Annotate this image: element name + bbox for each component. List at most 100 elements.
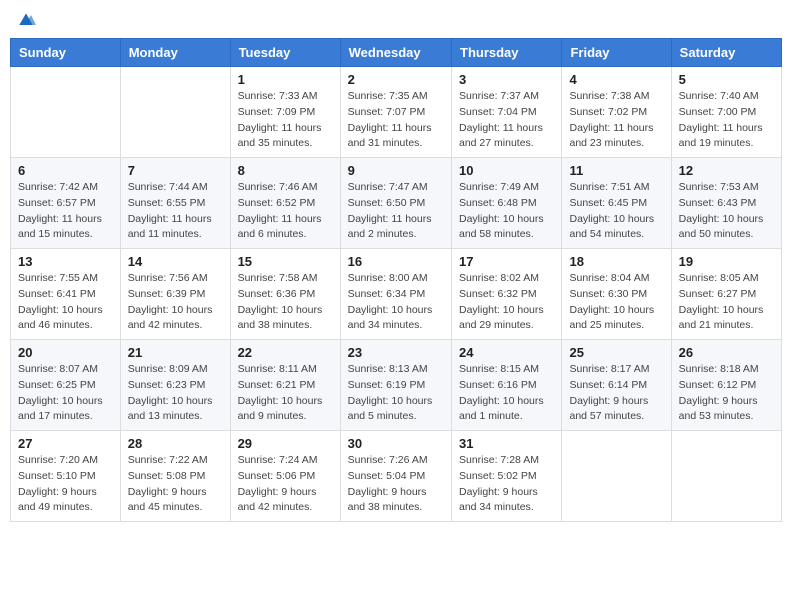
calendar-cell: 2 Sunrise: 7:35 AM Sunset: 7:07 PM Daylig… xyxy=(340,67,451,158)
day-info: Sunrise: 7:46 AM Sunset: 6:52 PM Dayligh… xyxy=(238,180,333,243)
calendar-cell: 31Sunrise: 7:28 AM Sunset: 5:02 PM Dayli… xyxy=(452,431,562,522)
day-number: 20 xyxy=(18,345,113,360)
day-number: 27 xyxy=(18,436,113,451)
day-number: 23 xyxy=(348,345,444,360)
calendar-header-row: SundayMondayTuesdayWednesdayThursdayFrid… xyxy=(11,39,782,67)
day-info: Sunrise: 8:02 AM Sunset: 6:32 PM Dayligh… xyxy=(459,271,554,334)
day-info: Sunrise: 7:55 AM Sunset: 6:41 PM Dayligh… xyxy=(18,271,113,334)
calendar-cell xyxy=(11,67,121,158)
logo-icon xyxy=(16,10,36,30)
day-info: Sunrise: 7:26 AM Sunset: 5:04 PM Dayligh… xyxy=(348,453,444,516)
calendar-cell: 30Sunrise: 7:26 AM Sunset: 5:04 PM Dayli… xyxy=(340,431,451,522)
day-number: 1 xyxy=(238,72,333,87)
day-info: Sunrise: 7:53 AM Sunset: 6:43 PM Dayligh… xyxy=(679,180,774,243)
day-info: Sunrise: 8:05 AM Sunset: 6:27 PM Dayligh… xyxy=(679,271,774,334)
calendar-cell: 3 Sunrise: 7:37 AM Sunset: 7:04 PM Daylig… xyxy=(452,67,562,158)
calendar-cell: 12Sunrise: 7:53 AM Sunset: 6:43 PM Dayli… xyxy=(671,158,781,249)
weekday-header-saturday: Saturday xyxy=(671,39,781,67)
calendar-cell: 4 Sunrise: 7:38 AM Sunset: 7:02 PM Daylig… xyxy=(562,67,671,158)
day-number: 24 xyxy=(459,345,554,360)
calendar-cell: 10 Sunrise: 7:49 AM Sunset: 6:48 PM Dayli… xyxy=(452,158,562,249)
weekday-header-thursday: Thursday xyxy=(452,39,562,67)
weekday-header-wednesday: Wednesday xyxy=(340,39,451,67)
day-info: Sunrise: 7:33 AM Sunset: 7:09 PM Dayligh… xyxy=(238,89,333,152)
calendar-cell: 21 Sunrise: 8:09 AM Sunset: 6:23 PM Dayli… xyxy=(120,340,230,431)
calendar-cell: 17Sunrise: 8:02 AM Sunset: 6:32 PM Dayli… xyxy=(452,249,562,340)
calendar-cell: 26 Sunrise: 8:18 AM Sunset: 6:12 PM Dayli… xyxy=(671,340,781,431)
day-info: Sunrise: 8:15 AM Sunset: 6:16 PM Dayligh… xyxy=(459,362,554,425)
day-number: 9 xyxy=(348,163,444,178)
calendar-cell: 22 Sunrise: 8:11 AM Sunset: 6:21 PM Dayli… xyxy=(230,340,340,431)
day-number: 10 xyxy=(459,163,554,178)
weekday-header-monday: Monday xyxy=(120,39,230,67)
day-info: Sunrise: 8:00 AM Sunset: 6:34 PM Dayligh… xyxy=(348,271,444,334)
calendar-cell: 18 Sunrise: 8:04 AM Sunset: 6:30 PM Dayli… xyxy=(562,249,671,340)
day-info: Sunrise: 7:51 AM Sunset: 6:45 PM Dayligh… xyxy=(569,180,663,243)
day-number: 22 xyxy=(238,345,333,360)
calendar-cell: 27 Sunrise: 7:20 AM Sunset: 5:10 PM Dayli… xyxy=(11,431,121,522)
day-info: Sunrise: 7:35 AM Sunset: 7:07 PM Dayligh… xyxy=(348,89,444,152)
day-info: Sunrise: 8:17 AM Sunset: 6:14 PM Dayligh… xyxy=(569,362,663,425)
day-number: 2 xyxy=(348,72,444,87)
day-info: Sunrise: 7:37 AM Sunset: 7:04 PM Dayligh… xyxy=(459,89,554,152)
calendar-week-row: 27 Sunrise: 7:20 AM Sunset: 5:10 PM Dayli… xyxy=(11,431,782,522)
calendar-cell xyxy=(671,431,781,522)
calendar-cell: 24 Sunrise: 8:15 AM Sunset: 6:16 PM Dayli… xyxy=(452,340,562,431)
day-number: 19 xyxy=(679,254,774,269)
weekday-header-tuesday: Tuesday xyxy=(230,39,340,67)
day-number: 21 xyxy=(128,345,223,360)
day-info: Sunrise: 7:22 AM Sunset: 5:08 PM Dayligh… xyxy=(128,453,223,516)
day-info: Sunrise: 8:13 AM Sunset: 6:19 PM Dayligh… xyxy=(348,362,444,425)
calendar-cell xyxy=(120,67,230,158)
day-number: 4 xyxy=(569,72,663,87)
calendar-cell: 5Sunrise: 7:40 AM Sunset: 7:00 PM Daylig… xyxy=(671,67,781,158)
calendar-cell: 29Sunrise: 7:24 AM Sunset: 5:06 PM Dayli… xyxy=(230,431,340,522)
day-info: Sunrise: 7:47 AM Sunset: 6:50 PM Dayligh… xyxy=(348,180,444,243)
day-number: 6 xyxy=(18,163,113,178)
calendar-cell xyxy=(562,431,671,522)
calendar-cell: 11 Sunrise: 7:51 AM Sunset: 6:45 PM Dayli… xyxy=(562,158,671,249)
day-number: 16 xyxy=(348,254,444,269)
day-info: Sunrise: 8:18 AM Sunset: 6:12 PM Dayligh… xyxy=(679,362,774,425)
day-info: Sunrise: 7:49 AM Sunset: 6:48 PM Dayligh… xyxy=(459,180,554,243)
calendar-cell: 6 Sunrise: 7:42 AM Sunset: 6:57 PM Daylig… xyxy=(11,158,121,249)
calendar-cell: 13Sunrise: 7:55 AM Sunset: 6:41 PM Dayli… xyxy=(11,249,121,340)
calendar-table: SundayMondayTuesdayWednesdayThursdayFrid… xyxy=(10,38,782,522)
day-info: Sunrise: 8:07 AM Sunset: 6:25 PM Dayligh… xyxy=(18,362,113,425)
day-number: 15 xyxy=(238,254,333,269)
day-info: Sunrise: 7:58 AM Sunset: 6:36 PM Dayligh… xyxy=(238,271,333,334)
calendar-week-row: 1 Sunrise: 7:33 AM Sunset: 7:09 PM Daylig… xyxy=(11,67,782,158)
day-number: 28 xyxy=(128,436,223,451)
day-info: Sunrise: 7:38 AM Sunset: 7:02 PM Dayligh… xyxy=(569,89,663,152)
day-info: Sunrise: 7:40 AM Sunset: 7:00 PM Dayligh… xyxy=(679,89,774,152)
day-number: 7 xyxy=(128,163,223,178)
day-info: Sunrise: 8:04 AM Sunset: 6:30 PM Dayligh… xyxy=(569,271,663,334)
logo xyxy=(14,10,36,30)
weekday-header-friday: Friday xyxy=(562,39,671,67)
calendar-cell: 20 Sunrise: 8:07 AM Sunset: 6:25 PM Dayli… xyxy=(11,340,121,431)
day-info: Sunrise: 7:20 AM Sunset: 5:10 PM Dayligh… xyxy=(18,453,113,516)
day-number: 11 xyxy=(569,163,663,178)
day-info: Sunrise: 8:09 AM Sunset: 6:23 PM Dayligh… xyxy=(128,362,223,425)
calendar-cell: 28 Sunrise: 7:22 AM Sunset: 5:08 PM Dayli… xyxy=(120,431,230,522)
day-number: 3 xyxy=(459,72,554,87)
weekday-header-sunday: Sunday xyxy=(11,39,121,67)
day-number: 29 xyxy=(238,436,333,451)
day-number: 8 xyxy=(238,163,333,178)
day-number: 18 xyxy=(569,254,663,269)
calendar-cell: 25Sunrise: 8:17 AM Sunset: 6:14 PM Dayli… xyxy=(562,340,671,431)
calendar-cell: 19 Sunrise: 8:05 AM Sunset: 6:27 PM Dayli… xyxy=(671,249,781,340)
calendar-week-row: 13Sunrise: 7:55 AM Sunset: 6:41 PM Dayli… xyxy=(11,249,782,340)
day-number: 26 xyxy=(679,345,774,360)
day-info: Sunrise: 8:11 AM Sunset: 6:21 PM Dayligh… xyxy=(238,362,333,425)
page-header xyxy=(10,10,782,30)
day-info: Sunrise: 7:42 AM Sunset: 6:57 PM Dayligh… xyxy=(18,180,113,243)
calendar-cell: 8 Sunrise: 7:46 AM Sunset: 6:52 PM Daylig… xyxy=(230,158,340,249)
calendar-week-row: 20 Sunrise: 8:07 AM Sunset: 6:25 PM Dayli… xyxy=(11,340,782,431)
calendar-week-row: 6 Sunrise: 7:42 AM Sunset: 6:57 PM Daylig… xyxy=(11,158,782,249)
day-info: Sunrise: 7:56 AM Sunset: 6:39 PM Dayligh… xyxy=(128,271,223,334)
calendar-cell: 9 Sunrise: 7:47 AM Sunset: 6:50 PM Daylig… xyxy=(340,158,451,249)
calendar-cell: 14Sunrise: 7:56 AM Sunset: 6:39 PM Dayli… xyxy=(120,249,230,340)
calendar-cell: 1 Sunrise: 7:33 AM Sunset: 7:09 PM Daylig… xyxy=(230,67,340,158)
day-info: Sunrise: 7:28 AM Sunset: 5:02 PM Dayligh… xyxy=(459,453,554,516)
